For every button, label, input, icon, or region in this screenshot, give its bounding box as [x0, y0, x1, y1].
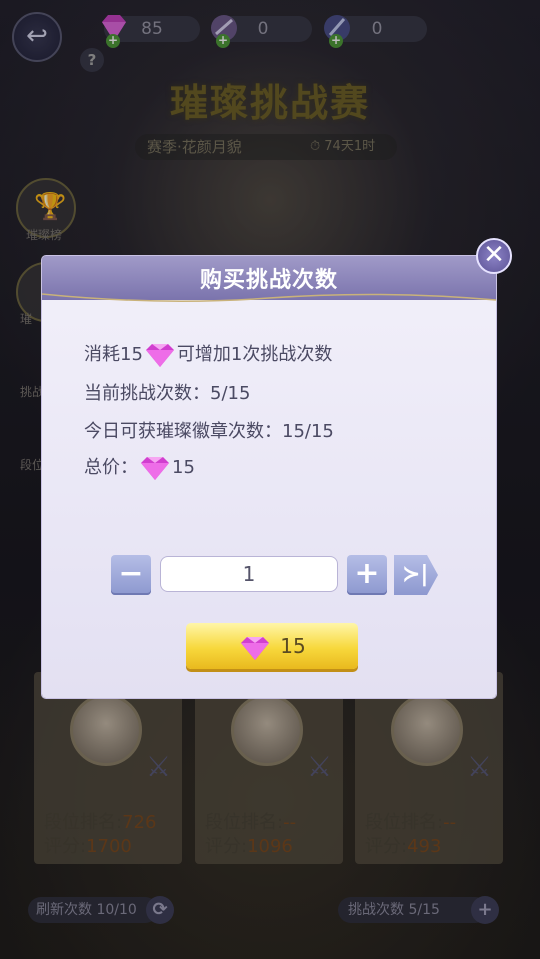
dialog-title: 购买挑战次数	[199, 268, 338, 293]
max-icon: ≻|	[402, 562, 429, 587]
decrease-button[interactable]: −	[111, 555, 151, 595]
badge-count-today: 今日可获璀璨徽章次数：15/15	[84, 421, 334, 442]
gem-icon	[241, 636, 270, 660]
gem-icon	[145, 344, 174, 367]
gem-icon	[141, 457, 169, 480]
current-challenges: 当前挑战次数：5/15	[84, 383, 251, 404]
total-price: 总价： 15	[84, 453, 195, 482]
cost-description: 消耗15 可增加1次挑战次数	[84, 340, 332, 369]
quantity-input[interactable]: 1	[160, 556, 338, 592]
close-button[interactable]: ✕	[476, 238, 512, 274]
buy-button[interactable]: 15	[186, 623, 358, 669]
minus-icon: −	[118, 556, 144, 591]
buy-price: 15	[280, 634, 306, 658]
close-icon: ✕	[483, 240, 505, 270]
increase-button[interactable]: +	[347, 555, 387, 595]
plus-icon: +	[354, 556, 380, 591]
